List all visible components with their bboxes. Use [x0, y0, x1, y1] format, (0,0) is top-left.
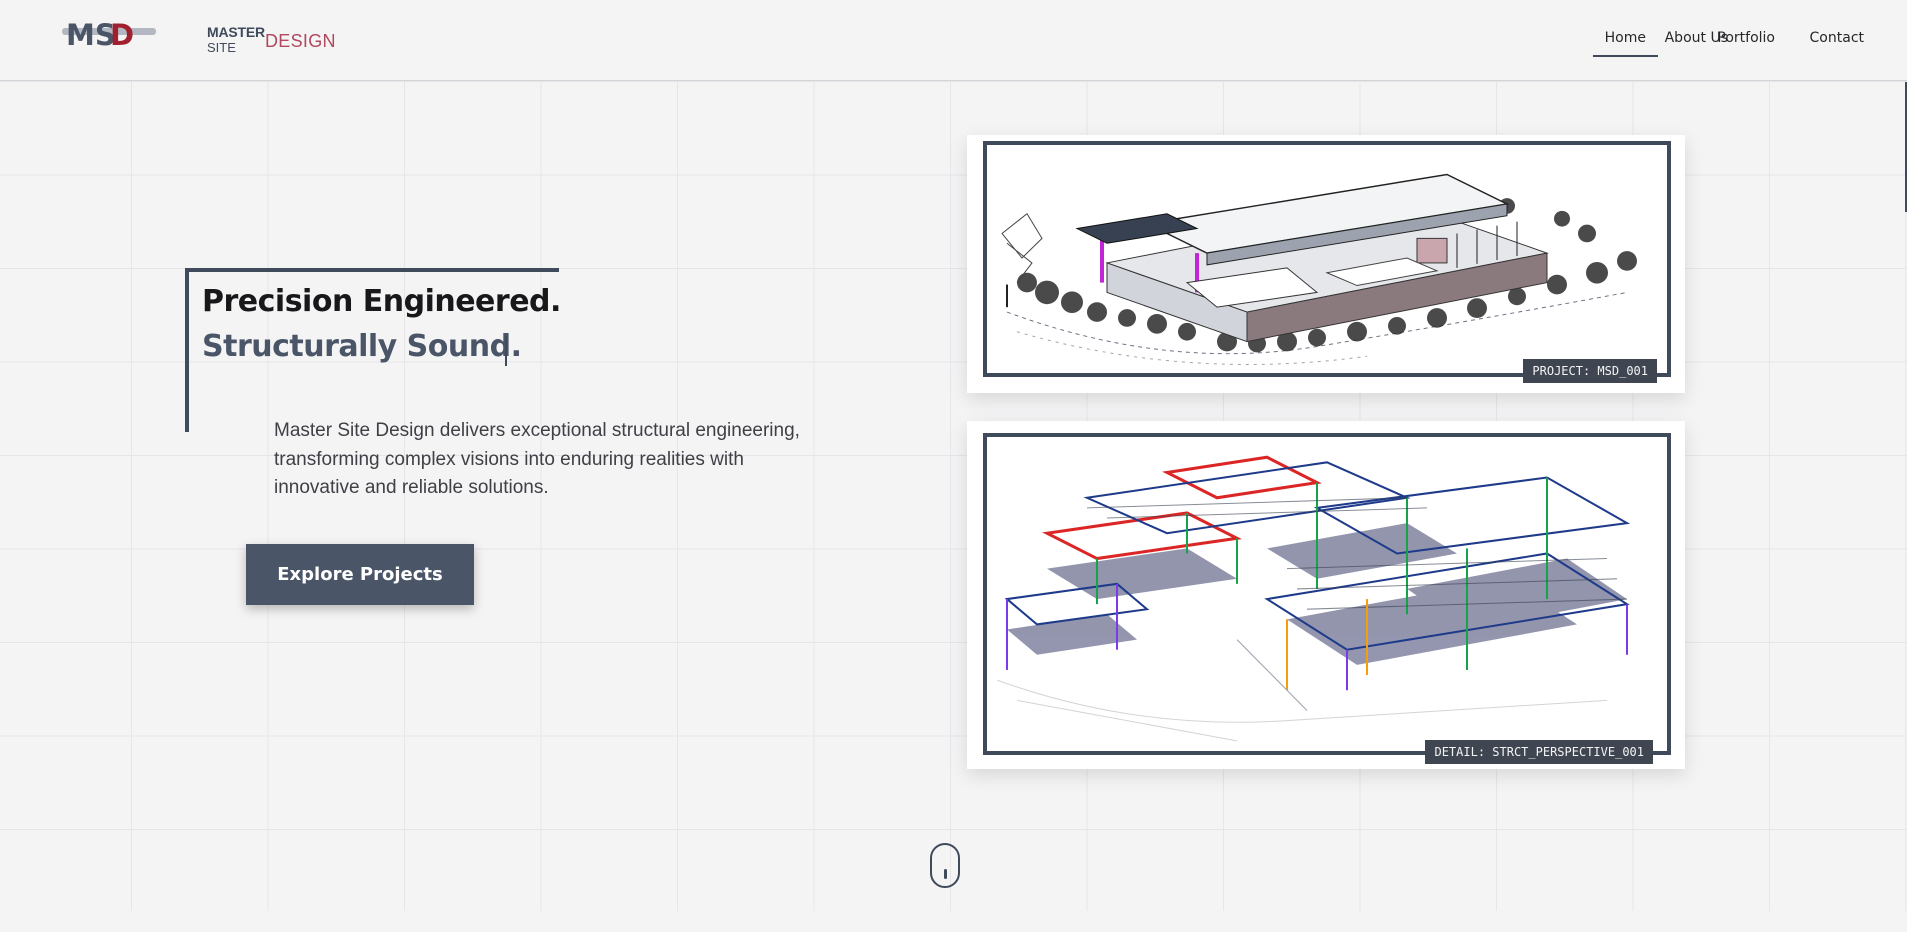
nav-home[interactable]: Home	[1592, 30, 1659, 57]
mouse-scroll-icon[interactable]	[930, 843, 960, 888]
project-card-2[interactable]: DETAIL: STRCT_PERSPECTIVE_001	[967, 421, 1685, 769]
site-header: MS D MASTER SITE DESIGN Home About Us Po…	[0, 0, 1907, 81]
brand-site: SITE	[207, 40, 236, 55]
hero-title-line1: Precision Engineered.	[202, 284, 561, 319]
house-rendering-image	[987, 145, 1667, 373]
scroll-wheel-dot	[944, 869, 947, 879]
project-label-2: DETAIL: STRCT_PERSPECTIVE_001	[1425, 740, 1653, 764]
bottom-strip	[0, 911, 1907, 932]
nav-portfolio[interactable]: Portfolio	[1717, 30, 1775, 46]
brand-design: DESIGN	[265, 31, 336, 51]
project-card-1[interactable]: PROJECT: MSD_001	[967, 135, 1685, 393]
structural-frame-image	[987, 437, 1667, 751]
msd-logo-icon: MS D	[62, 18, 156, 52]
hero-frame-left	[185, 268, 189, 432]
msd-logo-mark[interactable]: MS D	[60, 14, 160, 54]
svg-text:MS: MS	[66, 18, 116, 52]
typing-caret	[505, 336, 507, 366]
project-image-1	[983, 141, 1671, 377]
hero-title-line2: Structurally Sound.	[202, 329, 522, 364]
hero-frame-top	[185, 268, 559, 272]
hero-description: Master Site Design delivers exceptional …	[274, 420, 800, 498]
brand-master: MASTER	[207, 24, 265, 40]
nav-contact[interactable]: Contact	[1810, 30, 1864, 46]
explore-projects-button[interactable]: Explore Projects	[246, 544, 474, 605]
project-image-2	[983, 433, 1671, 755]
project-label-1: PROJECT: MSD_001	[1523, 359, 1657, 383]
svg-text:D: D	[110, 18, 134, 52]
